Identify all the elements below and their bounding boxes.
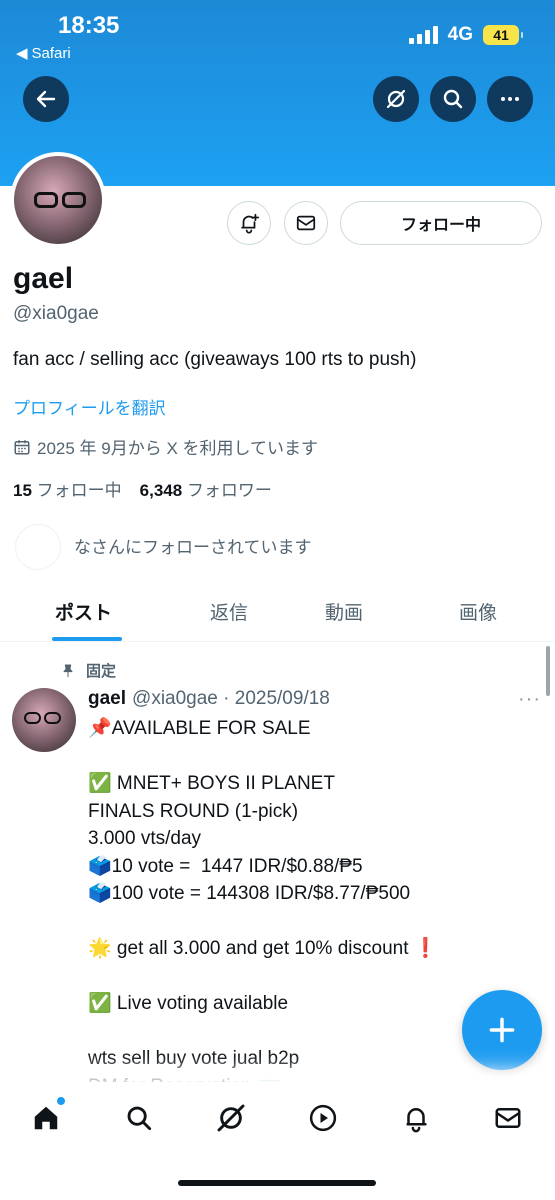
following-count: 15 xyxy=(13,481,32,500)
post-author-avatar[interactable] xyxy=(12,688,76,752)
known-follower-avatar[interactable] xyxy=(15,524,61,570)
post-more-button[interactable]: ··· xyxy=(518,688,541,711)
status-back-to-app[interactable]: ◀ Safari xyxy=(16,44,71,63)
tab-replies[interactable]: 返信 xyxy=(210,598,248,625)
bell-plus-icon xyxy=(241,213,260,234)
avatar-glasses-right xyxy=(44,712,61,724)
following-link[interactable]: 15 フォロー中 xyxy=(13,476,122,501)
status-indicators: 4G 41 xyxy=(408,24,523,46)
more-horizontal-icon xyxy=(501,97,519,101)
nav-messages[interactable] xyxy=(490,1100,526,1136)
message-button[interactable] xyxy=(284,201,328,245)
known-followers-text[interactable]: なさんにフォローされています xyxy=(74,533,312,558)
follow-stats: 15 フォロー中 6,348 フォロワー xyxy=(13,476,272,501)
nav-grok[interactable] xyxy=(213,1100,249,1136)
back-app-label: Safari xyxy=(31,44,71,62)
grok-icon xyxy=(386,89,406,109)
mail-icon xyxy=(495,1108,521,1128)
post-text: 📌AVAILABLE FOR SALE ✅ MNET+ BOYS II PLAN… xyxy=(88,718,438,1097)
avatar-glasses-left xyxy=(34,192,58,208)
back-triangle-icon: ◀ xyxy=(16,45,28,62)
followers-label: フォロワー xyxy=(186,481,272,500)
joined-date: 2025 年 9月から X を利用しています xyxy=(13,434,318,459)
profile-handle: @xia0gae xyxy=(13,303,99,324)
pinned-indicator: 固定 xyxy=(60,660,116,681)
avatar-glasses-left xyxy=(24,712,41,724)
profile-tabs: ポスト 返信 動画 画像 xyxy=(0,588,555,642)
battery-icon: 41 xyxy=(483,25,523,45)
post-author-meta[interactable]: @xia0gae · 2025/09/18 xyxy=(132,688,330,710)
bell-icon xyxy=(406,1108,427,1133)
nav-notifications[interactable] xyxy=(398,1100,434,1136)
nav-search[interactable] xyxy=(121,1100,157,1136)
grok-button[interactable] xyxy=(373,76,419,122)
pinned-label: 固定 xyxy=(86,663,117,680)
tab-posts[interactable]: ポスト xyxy=(55,598,112,625)
active-tab-indicator xyxy=(52,637,122,641)
joined-text: 2025 年 9月から X を利用しています xyxy=(37,439,318,458)
plus-icon xyxy=(489,1017,515,1043)
following-label: フォロー中 xyxy=(36,481,122,500)
nav-video[interactable] xyxy=(305,1100,341,1136)
profile-avatar[interactable] xyxy=(10,152,106,248)
search-button[interactable] xyxy=(430,76,476,122)
search-icon xyxy=(443,89,463,109)
signal-icon xyxy=(408,26,438,44)
home-notification-dot xyxy=(56,1096,66,1106)
profile-bio: fan acc / selling acc (giveaways 100 rts… xyxy=(13,349,417,370)
nav-home[interactable] xyxy=(28,1096,66,1136)
profile-name: gael xyxy=(13,262,74,295)
scrollbar[interactable] xyxy=(546,646,550,696)
compose-post-button[interactable] xyxy=(462,990,542,1070)
post-author-name[interactable]: gael xyxy=(88,688,126,710)
post-header: gael @xia0gae · 2025/09/18 xyxy=(88,688,330,710)
home-icon xyxy=(34,1106,58,1130)
tab-images[interactable]: 画像 xyxy=(459,598,497,625)
pin-icon xyxy=(63,664,73,677)
arrow-left-icon xyxy=(36,90,56,108)
followers-count: 6,348 xyxy=(139,481,183,500)
following-button[interactable]: フォロー中 xyxy=(340,201,542,245)
battery-level: 41 xyxy=(493,27,509,43)
followers-link[interactable]: 6,348 フォロワー xyxy=(140,476,272,501)
tab-videos[interactable]: 動画 xyxy=(325,598,363,625)
translate-profile-link[interactable]: プロフィールを翻訳 xyxy=(13,394,166,419)
notification-bell-button[interactable] xyxy=(227,201,271,245)
play-icon xyxy=(309,1104,337,1132)
status-time: 18:35 xyxy=(58,12,120,39)
more-button[interactable] xyxy=(487,76,533,122)
grok-icon xyxy=(217,1104,245,1132)
search-icon xyxy=(127,1106,152,1131)
mail-icon xyxy=(296,215,316,231)
calendar-icon xyxy=(14,439,30,454)
avatar-glasses-right xyxy=(62,192,86,208)
network-label: 4G xyxy=(447,24,473,45)
back-button[interactable] xyxy=(23,76,69,122)
home-indicator[interactable] xyxy=(178,1180,376,1186)
